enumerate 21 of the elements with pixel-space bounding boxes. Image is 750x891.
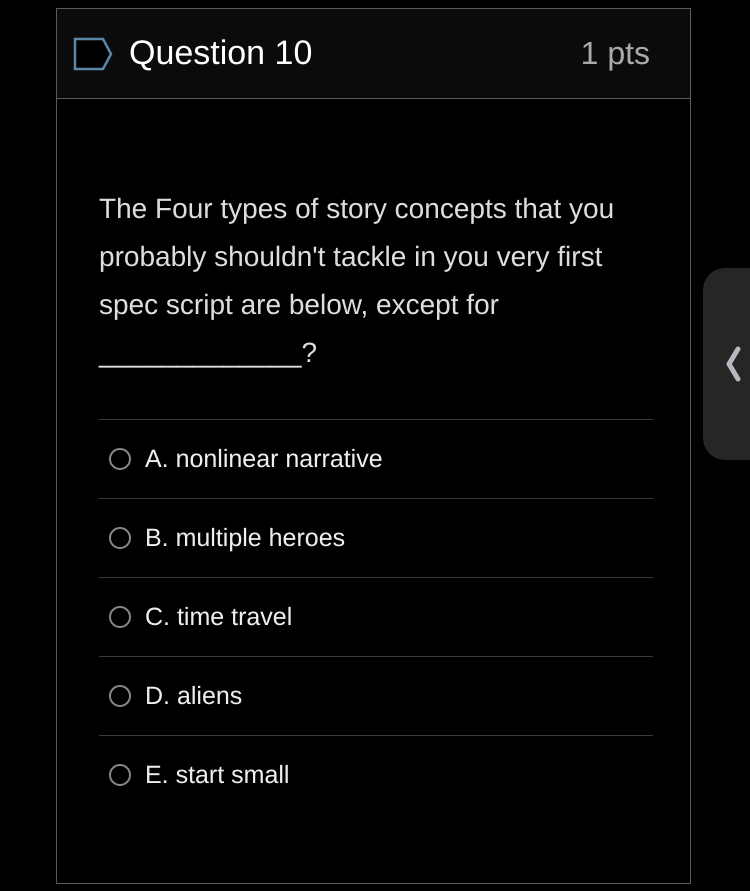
option-label: B. multiple heroes [145,524,346,552]
radio-button[interactable] [109,448,131,470]
points-label: 1 pts [580,35,650,72]
option-label: C. time travel [145,602,292,632]
answer-option[interactable]: D. aliens [99,656,653,735]
question-title: Question 10 [129,34,314,73]
answer-option[interactable]: E. start small [99,735,653,814]
answer-option[interactable]: C. time travel [99,577,653,656]
question-text: The Four types of story concepts that you probably shouldn't tackle in you very first spec script are below, except for _____________? [99,192,616,370]
answer-option[interactable]: B. multiple heroes [99,498,653,577]
option-label: A. nonlinear narrative [145,444,383,474]
option-label: D. aliens [145,682,242,710]
collapse-tab[interactable] [703,268,750,460]
radio-button[interactable] [109,685,131,707]
radio-button[interactable] [109,606,131,628]
radio-button[interactable] [109,527,131,549]
chevron-left-icon [725,346,741,382]
option-label: E. start small [145,760,290,790]
flag-icon[interactable] [73,36,113,70]
answer-option[interactable]: A. nonlinear narrative [99,419,653,498]
radio-button[interactable] [109,764,131,786]
